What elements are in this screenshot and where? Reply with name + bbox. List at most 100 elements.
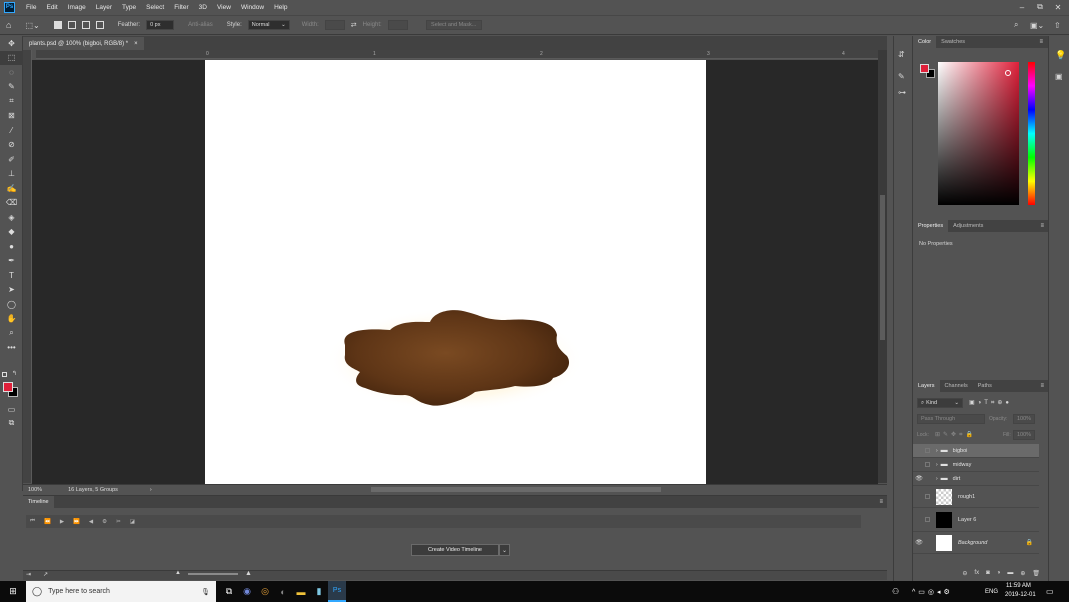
render-icon[interactable]: ⇥ — [26, 571, 31, 578]
ellipse-tool-icon[interactable]: ◯ — [0, 297, 23, 312]
dodge-tool-icon[interactable]: ● — [0, 239, 23, 254]
more-tools-icon[interactable]: ••• — [0, 341, 23, 356]
menu-view[interactable]: View — [212, 4, 236, 11]
eraser-tool-icon[interactable]: ⌫ — [0, 196, 23, 211]
brush-settings-icon[interactable]: ✎ — [898, 72, 905, 81]
quick-mask-icon[interactable]: ▭ — [0, 402, 23, 417]
photoshop-taskbar-icon[interactable]: Ps — [328, 581, 346, 602]
chevron-right-icon[interactable]: › — [936, 448, 938, 454]
swap-icon[interactable]: ⇄ — [351, 21, 357, 29]
path-selection-tool-icon[interactable]: ➤ — [0, 283, 23, 298]
prev-frame-icon[interactable]: ⏪ — [44, 519, 51, 525]
photoshop-logo-icon[interactable]: Ps — [4, 1, 15, 13]
audio-icon[interactable]: ◀ — [89, 519, 93, 525]
home-icon[interactable]: ⌂ — [6, 20, 11, 30]
add-mask-icon[interactable]: ◙ — [986, 570, 990, 576]
menu-window[interactable]: Window — [236, 4, 269, 11]
paint-bucket-tool-icon[interactable]: ◈ — [0, 210, 23, 225]
learn-icon[interactable]: 💡 — [1055, 50, 1066, 61]
layer-kind-filter[interactable]: ⌕ Kind ⌄ — [917, 398, 963, 408]
panel-menu-icon[interactable]: ≡ — [879, 499, 883, 505]
tab-channels[interactable]: Channels — [940, 380, 973, 392]
width-input[interactable] — [324, 20, 345, 30]
chrome-icon[interactable]: ◎ — [256, 581, 274, 602]
blur-tool-icon[interactable]: ◆ — [0, 225, 23, 240]
foreground-color-chip[interactable] — [920, 64, 929, 73]
task-view-icon[interactable]: ⧉ — [220, 581, 238, 602]
create-video-timeline-button[interactable]: Create Video Timeline — [411, 544, 499, 556]
settings-icon[interactable]: ⚙ — [102, 519, 107, 525]
tab-swatches[interactable]: Swatches — [936, 36, 970, 48]
document-canvas[interactable] — [205, 60, 706, 484]
clock-date[interactable]: 2019-12-01 — [1005, 592, 1036, 598]
zoom-out-timeline-icon[interactable]: ▲ — [175, 570, 181, 576]
chevron-right-icon[interactable]: › — [936, 462, 938, 468]
color-field[interactable] — [938, 62, 1019, 205]
delete-layer-icon[interactable]: 🗑 — [1032, 570, 1040, 577]
panel-menu-icon[interactable]: ≡ — [1040, 223, 1044, 229]
quick-select-tool-icon[interactable]: ✎ — [0, 80, 23, 95]
history-brush-tool-icon[interactable]: ✍ — [0, 181, 23, 196]
subtract-selection-icon[interactable] — [81, 21, 90, 29]
menu-file[interactable]: File — [21, 4, 41, 11]
brush-tool-icon[interactable]: ✐ — [0, 152, 23, 167]
tab-layers[interactable]: Layers — [913, 380, 940, 392]
move-tool-icon[interactable]: ✥ — [0, 36, 23, 51]
link-layers-icon[interactable]: ⊖ — [962, 570, 967, 577]
menu-type[interactable]: Type — [117, 4, 141, 11]
menu-image[interactable]: Image — [63, 4, 91, 11]
adjustments-icon[interactable]: ⊶ — [898, 88, 906, 97]
status-menu-arrow[interactable]: › — [150, 487, 152, 493]
menu-help[interactable]: Help — [269, 4, 292, 11]
eye-icon[interactable]: 👁 — [913, 475, 925, 482]
blend-mode-select[interactable]: Pass Through — [917, 414, 985, 424]
lasso-tool-icon[interactable]: ◌ — [0, 65, 23, 80]
tab-timeline[interactable]: Timeline — [23, 496, 54, 508]
tab-adjustments[interactable]: Adjustments — [948, 220, 988, 232]
menu-edit[interactable]: Edit — [41, 4, 62, 11]
tray-icons[interactable]: ^▭◎◂⚙ — [912, 588, 953, 596]
default-colors-icon[interactable] — [2, 372, 7, 377]
libraries-icon[interactable]: ▣ — [1055, 72, 1063, 81]
screen-mode-icon[interactable]: ⧉ — [0, 416, 23, 431]
restore-button[interactable]: ⧉ — [1031, 0, 1049, 14]
menu-select[interactable]: Select — [141, 4, 169, 11]
select-and-mask-button[interactable]: Select and Mask... — [425, 20, 482, 30]
eyedropper-tool-icon[interactable]: ⁄ — [0, 123, 23, 138]
convert-icon[interactable]: ↗ — [43, 571, 48, 578]
panel-menu-icon[interactable]: ≡ — [1040, 383, 1044, 389]
chevron-down-icon[interactable]: ⌄ — [499, 544, 510, 556]
workspace-icon[interactable]: ▣⌄ — [1030, 21, 1044, 30]
microphone-icon[interactable]: 🎙 — [201, 588, 210, 596]
menu-3d[interactable]: 3D — [194, 4, 212, 11]
adjustment-layer-icon[interactable]: ◑ — [997, 570, 1001, 576]
frame-tool-icon[interactable]: ⊠ — [0, 109, 23, 124]
search-icon[interactable]: ⌕ — [1014, 20, 1018, 30]
timeline-zoom-slider[interactable] — [188, 573, 238, 575]
clock-time[interactable]: 11:59 AM — [1006, 583, 1031, 589]
swap-colors-icon[interactable]: ↰ — [12, 370, 17, 377]
h-scroll-thumb[interactable] — [371, 487, 661, 492]
people-icon[interactable]: ⚇ — [892, 587, 899, 596]
opacity-input[interactable]: 100% — [1013, 414, 1035, 424]
close-button[interactable]: ✕ — [1049, 0, 1067, 14]
first-frame-icon[interactable]: ⏮ — [30, 518, 35, 525]
pen-tool-icon[interactable]: ✒ — [0, 254, 23, 269]
menu-layer[interactable]: Layer — [91, 4, 117, 11]
foreground-color-swatch[interactable] — [3, 382, 13, 392]
type-tool-icon[interactable]: T — [0, 268, 23, 283]
next-frame-icon[interactable]: ⏩ — [73, 519, 80, 525]
file-explorer-icon[interactable]: ▬ — [292, 581, 310, 602]
style-select[interactable]: Normal ⌄ — [247, 20, 290, 30]
minimize-button[interactable]: – — [1013, 0, 1031, 14]
discord-icon[interactable]: ◉ — [238, 581, 256, 602]
taskbar-search[interactable]: ◯ Type here to search 🎙 — [26, 581, 216, 602]
new-selection-icon[interactable] — [53, 21, 62, 29]
vertical-scrollbar[interactable] — [878, 50, 887, 483]
transition-icon[interactable]: ◪ — [130, 519, 135, 525]
layer-row-background[interactable]: 👁 Background 🔒 — [913, 532, 1039, 554]
language-indicator[interactable]: ENG — [985, 589, 998, 595]
height-input[interactable] — [387, 20, 408, 30]
share-icon[interactable]: ⇧ — [1054, 21, 1061, 30]
layer-row-rough1[interactable]: rough1 — [913, 486, 1039, 508]
